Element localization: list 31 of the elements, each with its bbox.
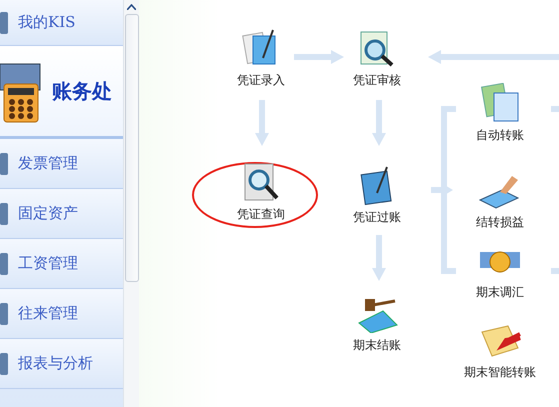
sidebar-label: 发票管理 <box>18 154 78 173</box>
module-icon <box>0 350 10 376</box>
flow-step-label[interactable]: 期末调汇 <box>476 284 524 301</box>
scrollbar[interactable] <box>123 0 139 407</box>
sidebar-item[interactable]: 往来管理 <box>0 289 123 339</box>
sidebar-label: 我的KIS <box>18 13 76 32</box>
module-icon <box>0 300 10 326</box>
sidebar-item[interactable]: 工资管理 <box>0 239 123 289</box>
module-icon <box>0 10 10 36</box>
sidebar-label: 工资管理 <box>18 254 78 273</box>
flow-step-label[interactable]: 期末智能转账 <box>464 364 536 381</box>
scroll-thumb[interactable] <box>124 14 138 282</box>
sidebar-item[interactable]: 报表与分析 <box>0 339 123 389</box>
sidebar-label: 往来管理 <box>18 304 78 323</box>
module-icon <box>0 150 10 176</box>
flow-step-label[interactable]: 结转损益 <box>476 214 524 231</box>
flow-step-label[interactable]: 凭证录入 <box>237 72 285 89</box>
sidebar-label: 报表与分析 <box>18 354 93 373</box>
flow-step-label[interactable]: 期末结账 <box>353 337 401 354</box>
flow-step-label[interactable]: 凭证审核 <box>353 72 401 89</box>
scroll-up-icon[interactable] <box>127 4 136 10</box>
flow-step-label[interactable]: 凭证过账 <box>353 209 401 226</box>
module-title: 账务处 <box>52 78 112 104</box>
sidebar-label: 固定资产 <box>18 204 78 223</box>
flow-step-label[interactable]: 自动转账 <box>476 127 524 144</box>
sidebar-item[interactable]: 发票管理 <box>0 139 123 189</box>
sidebar-item[interactable]: 固定资产 <box>0 189 123 239</box>
module-icon <box>0 200 10 226</box>
module-icon <box>0 250 10 276</box>
module-header[interactable]: 账务处 <box>0 46 123 139</box>
flow-step-label[interactable]: 凭证查询 <box>237 206 285 223</box>
